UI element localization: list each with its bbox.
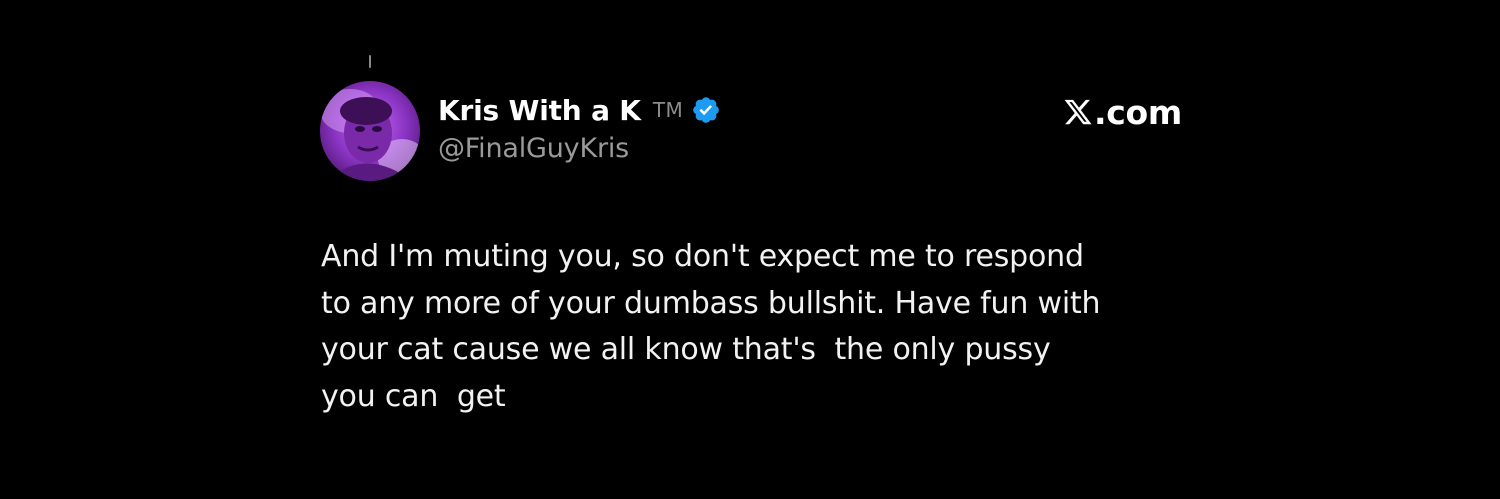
thread-connector-line [369, 55, 371, 68]
x-logo-icon [1063, 97, 1093, 127]
avatar-photo [320, 81, 420, 181]
brand-domain: .com [1094, 92, 1182, 132]
author-handle[interactable]: @FinalGuyKris [438, 133, 629, 164]
author-name-row: Kris With a K TM [438, 90, 721, 130]
tweet-text-line: your cat cause we all know that's the on… [321, 332, 1051, 367]
tweet-text: And I'm muting you, so don't expect me t… [321, 234, 1241, 420]
verified-badge-icon [691, 95, 721, 125]
avatar[interactable] [320, 81, 420, 181]
brand-watermark: .com [1063, 91, 1182, 133]
trademark-mark: TM [652, 98, 684, 122]
tweet-text-line: And I'm muting you, so don't expect me t… [321, 239, 1084, 274]
author-display-name[interactable]: Kris With a K [438, 94, 641, 127]
tweet-text-line: you can get [321, 378, 506, 414]
tweet-text-line: to any more of your dumbass bullshit. Ha… [321, 285, 1101, 321]
